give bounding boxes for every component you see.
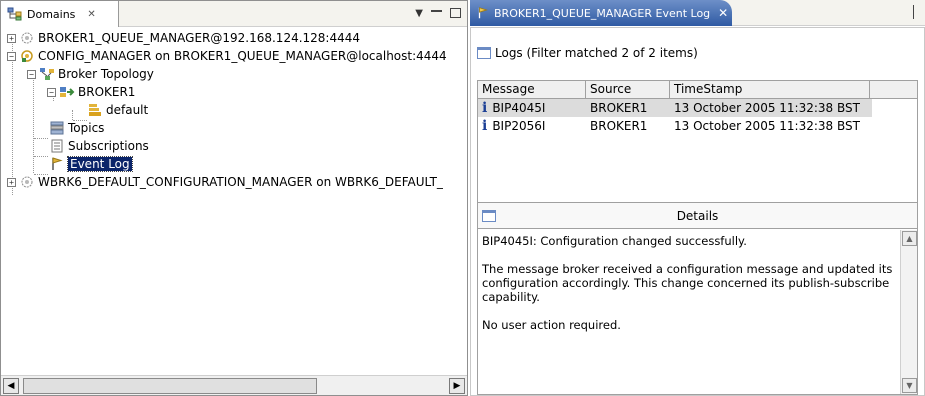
domains-view: Domains ✕ ▼ + BROKER1_QUEUE_MANAGER@192.… xyxy=(0,0,468,396)
info-icon: i xyxy=(482,100,488,116)
logs-header: Logs (Filter matched 2 of 2 items) xyxy=(477,44,918,62)
tree-item-topics[interactable]: Topics xyxy=(49,119,104,137)
logs-filter-label: Logs (Filter matched 2 of 2 items) xyxy=(495,46,698,60)
tree-item-default[interactable]: default xyxy=(87,101,148,119)
close-icon[interactable]: ✕ xyxy=(87,9,95,20)
tab-event-log-label: BROKER1_QUEUE_MANAGER Event Log xyxy=(494,6,711,20)
view-menu-icon[interactable]: ▼ xyxy=(415,8,423,19)
details-section: Details BIP4045I: Configuration changed … xyxy=(477,202,918,395)
window-icon xyxy=(482,210,496,222)
table-row[interactable]: i BIP4045I BROKER1 13 October 2005 11:32:… xyxy=(478,99,872,117)
broker-topology-icon xyxy=(40,68,54,80)
details-title: Details xyxy=(676,208,719,223)
column-header-timestamp[interactable]: TimeStamp xyxy=(670,81,870,98)
cell-message: i BIP2056I xyxy=(482,118,546,134)
tab-domains-label: Domains xyxy=(27,7,76,21)
tree-item-label: BROKER1_QUEUE_MANAGER@192.168.124.128:44… xyxy=(38,31,361,45)
table-row[interactable]: i BIP2056I BROKER1 13 October 2005 11:32:… xyxy=(478,117,872,135)
domain-connection-icon xyxy=(21,176,33,188)
window-icon xyxy=(477,47,491,59)
tree-item-subscriptions[interactable]: Subscriptions xyxy=(49,137,149,155)
flag-icon xyxy=(478,7,488,19)
topics-icon xyxy=(50,121,64,135)
broker-icon xyxy=(60,87,75,97)
column-header-message[interactable]: Message xyxy=(478,81,586,98)
scroll-up-icon[interactable]: ▲ xyxy=(902,231,917,246)
tab-event-log[interactable]: BROKER1_QUEUE_MANAGER Event Log ✕ xyxy=(470,0,732,26)
editor-tabbar: BROKER1_QUEUE_MANAGER Event Log ✕ xyxy=(470,0,925,26)
scroll-right-icon[interactable]: ▶ xyxy=(449,378,465,394)
expand-icon[interactable]: + xyxy=(7,177,16,187)
scrollbar-thumb[interactable] xyxy=(23,378,317,394)
column-header-filler xyxy=(870,81,917,98)
event-log-editor: BROKER1_QUEUE_MANAGER Event Log ✕ Logs (… xyxy=(470,0,925,396)
details-header: Details xyxy=(478,203,917,229)
tree-item-label: Event Log xyxy=(67,156,133,172)
collapse-icon[interactable]: − xyxy=(7,51,16,61)
details-text[interactable]: BIP4045I: Configuration changed successf… xyxy=(478,230,899,394)
details-line: The message broker received a configurat… xyxy=(482,262,893,304)
tree-item-label: Topics xyxy=(68,121,105,135)
domains-tree: + BROKER1_QUEUE_MANAGER@192.168.124.128:… xyxy=(1,28,467,373)
tree-item-label: WBRK6_DEFAULT_CONFIGURATION_MANAGER on W… xyxy=(38,175,443,189)
tree-item-broker1[interactable]: − BROKER1 xyxy=(47,83,135,101)
tree-item-wbrk6-config-manager[interactable]: + WBRK6_DEFAULT_CONFIGURATION_MANAGER on… xyxy=(7,173,443,191)
collapse-icon[interactable]: − xyxy=(47,87,56,97)
vertical-scrollbar[interactable]: ▲ ▼ xyxy=(900,230,917,394)
domain-connected-icon xyxy=(21,50,33,62)
tree-item-event-log[interactable]: Event Log xyxy=(49,155,133,173)
tree-item-label: Subscriptions xyxy=(68,139,149,153)
tree-item-label: default xyxy=(106,103,149,117)
details-line: No user action required. xyxy=(482,318,621,332)
horizontal-scrollbar[interactable]: ◀ ▶ xyxy=(1,375,467,395)
cell-message: i BIP4045I xyxy=(482,100,546,116)
collapse-icon[interactable]: − xyxy=(27,69,36,79)
cell-source: BROKER1 xyxy=(590,101,648,115)
minimize-icon[interactable] xyxy=(431,10,442,20)
tree-item-broker1-qm[interactable]: + BROKER1_QUEUE_MANAGER@192.168.124.128:… xyxy=(7,29,360,47)
domain-connection-icon xyxy=(21,32,33,44)
flag-icon xyxy=(52,157,63,170)
details-line: BIP4045I: Configuration changed successf… xyxy=(482,234,747,248)
editor-area-edge xyxy=(913,5,921,19)
cell-timestamp: 13 October 2005 11:32:38 BST xyxy=(674,101,860,115)
info-icon: i xyxy=(482,118,488,134)
domains-tabbar: Domains ✕ ▼ xyxy=(1,1,467,27)
log-table: Message Source TimeStamp i BIP4045I BROKE… xyxy=(477,80,918,204)
tree-item-label: CONFIG_MANAGER on BROKER1_QUEUE_MANAGER@… xyxy=(38,49,447,63)
cell-timestamp: 13 October 2005 11:32:38 BST xyxy=(674,119,860,133)
tab-domains[interactable]: Domains ✕ xyxy=(1,1,119,27)
maximize-icon[interactable] xyxy=(450,8,461,18)
column-header-source[interactable]: Source xyxy=(586,81,670,98)
table-header: Message Source TimeStamp xyxy=(478,81,917,99)
editor-body: Logs (Filter matched 2 of 2 items) Messa… xyxy=(470,27,925,396)
subscriptions-icon xyxy=(51,139,63,153)
tree-item-label: Broker Topology xyxy=(58,67,154,81)
expand-icon[interactable]: + xyxy=(7,33,16,43)
close-icon[interactable]: ✕ xyxy=(718,6,728,20)
tree-item-label: BROKER1 xyxy=(78,85,136,99)
cell-source: BROKER1 xyxy=(590,119,648,133)
scroll-left-icon[interactable]: ◀ xyxy=(3,378,19,394)
tree-item-config-manager[interactable]: − CONFIG_MANAGER on BROKER1_QUEUE_MANAGE… xyxy=(7,47,447,65)
tree-item-broker-topology[interactable]: − Broker Topology xyxy=(27,65,154,83)
logs-section: Logs (Filter matched 2 of 2 items) Messa… xyxy=(477,44,918,204)
domains-icon xyxy=(7,7,22,21)
scroll-down-icon[interactable]: ▼ xyxy=(902,378,917,393)
execution-group-icon xyxy=(89,104,101,116)
view-controls: ▼ xyxy=(415,6,461,20)
